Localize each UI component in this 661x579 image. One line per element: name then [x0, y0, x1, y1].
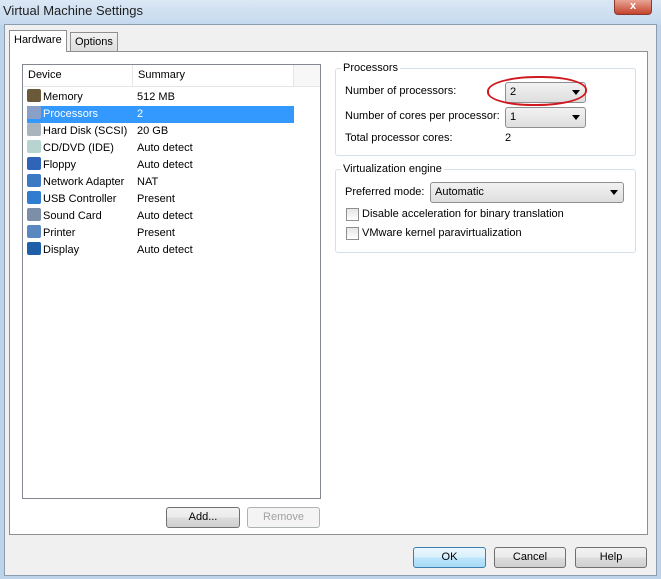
title-bar[interactable]: Virtual Machine Settings x — [0, 0, 661, 25]
device-name: Network Adapter — [43, 176, 125, 188]
device-name: Sound Card — [43, 210, 102, 222]
red-annotation-circle — [487, 76, 587, 106]
memory-icon — [27, 89, 41, 102]
device-row[interactable]: CD/DVD (IDE) Auto detect — [27, 140, 294, 157]
preferred-mode-select[interactable]: Automatic — [430, 182, 624, 203]
display-icon — [27, 242, 41, 255]
device-row[interactable]: Printer Present — [27, 225, 294, 242]
device-summary: Auto detect — [137, 159, 193, 171]
device-name: CD/DVD (IDE) — [43, 142, 114, 154]
disable-acceleration-checkbox[interactable] — [346, 208, 359, 221]
network-adapter-icon — [27, 174, 41, 187]
processor-icon — [27, 106, 41, 119]
add-button[interactable]: Add... — [166, 507, 240, 528]
chevron-down-icon — [572, 115, 580, 120]
cores-per-processor-label: Number of cores per processor: — [345, 110, 500, 122]
device-row[interactable]: Network Adapter NAT — [27, 174, 294, 191]
device-row[interactable]: Hard Disk (SCSI) 20 GB — [27, 123, 294, 140]
device-summary: Auto detect — [137, 142, 193, 154]
device-summary: Present — [137, 193, 175, 205]
device-summary: 512 MB — [137, 91, 175, 103]
virtualization-legend: Virtualization engine — [343, 163, 442, 175]
device-name: Memory — [43, 91, 83, 103]
cancel-button[interactable]: Cancel — [494, 547, 566, 568]
total-cores-value: 2 — [505, 132, 512, 144]
processors-legend: Processors — [343, 62, 399, 74]
device-name: Display — [43, 244, 80, 256]
device-row[interactable]: Floppy Auto detect — [27, 157, 294, 174]
usb-icon — [27, 191, 41, 204]
column-header-device[interactable]: Device — [23, 65, 133, 87]
tab-options[interactable]: Options — [70, 32, 118, 52]
device-summary: Present — [137, 227, 175, 239]
printer-icon — [27, 225, 41, 238]
device-row[interactable]: Processors 2 — [27, 106, 294, 123]
device-name: Hard Disk (SCSI) — [43, 125, 128, 137]
cores-per-processor-select[interactable]: 1 — [505, 107, 586, 128]
chevron-down-icon — [610, 190, 618, 195]
device-row[interactable]: Memory 512 MB — [27, 89, 294, 106]
close-button[interactable]: x — [614, 0, 652, 15]
column-header-filler — [294, 65, 320, 87]
ok-button[interactable]: OK — [413, 547, 486, 568]
paravirtualization-label[interactable]: VMware kernel paravirtualization — [362, 227, 522, 239]
device-list[interactable]: Device Summary Memory 512 MB Processors 2 Ha… — [22, 64, 321, 499]
column-header-summary[interactable]: Summary — [133, 65, 294, 87]
floppy-icon — [27, 157, 41, 170]
cores-value: 1 — [510, 111, 517, 123]
preferred-mode-label: Preferred mode: — [345, 186, 425, 198]
device-row[interactable]: USB Controller Present — [27, 191, 294, 208]
device-summary: Auto detect — [137, 244, 193, 256]
device-row[interactable]: Sound Card Auto detect — [27, 208, 294, 225]
paravirtualization-checkbox[interactable] — [346, 227, 359, 240]
num-processors-label: Number of processors: — [345, 85, 457, 97]
help-button[interactable]: Help — [575, 547, 647, 568]
device-summary: Auto detect — [137, 210, 193, 222]
device-row[interactable]: Display Auto detect — [27, 242, 294, 259]
device-name: Printer — [43, 227, 76, 239]
device-name: USB Controller — [43, 193, 117, 205]
tab-hardware[interactable]: Hardware — [9, 30, 67, 52]
device-summary: NAT — [137, 176, 159, 188]
device-summary: 2 — [137, 108, 144, 120]
sound-card-icon — [27, 208, 41, 221]
cd-dvd-icon — [27, 140, 41, 153]
window-title: Virtual Machine Settings — [3, 3, 143, 18]
preferred-mode-value: Automatic — [435, 186, 484, 198]
device-name: Processors — [43, 108, 99, 120]
disable-acceleration-label[interactable]: Disable acceleration for binary translat… — [362, 208, 564, 220]
remove-button[interactable]: Remove — [247, 507, 320, 528]
device-name: Floppy — [43, 159, 77, 171]
hard-disk-icon — [27, 123, 41, 136]
device-summary: 20 GB — [137, 125, 169, 137]
total-cores-label: Total processor cores: — [345, 132, 453, 144]
